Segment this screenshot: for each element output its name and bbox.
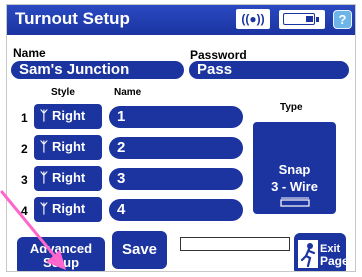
turnout-name-field-3[interactable]: 3 xyxy=(109,168,243,190)
exit-page-button[interactable]: Exit Page xyxy=(294,233,349,271)
style-label: Right xyxy=(52,139,86,154)
turnout-name-field-2[interactable]: 2 xyxy=(109,137,243,159)
style-button-3[interactable]: ᛉ Right xyxy=(34,166,102,191)
exit-door-icon xyxy=(298,240,318,268)
type-label: Type xyxy=(280,102,303,113)
row-number: 4 xyxy=(21,204,28,218)
style-column-header: Style xyxy=(51,87,75,98)
advanced-setup-button[interactable]: Advanced Setup xyxy=(17,237,105,271)
signal-icon: ((●)) xyxy=(236,9,270,29)
row-number: 1 xyxy=(21,111,28,125)
progress-bar xyxy=(180,237,290,251)
turnout-name-field-4[interactable]: 4 xyxy=(109,199,243,221)
advanced-line2: Setup xyxy=(42,255,80,270)
turnout-setup-screen: Turnout Setup ((●)) ? Name Password Sam'… xyxy=(6,4,356,272)
type-value-line2: 3 - Wire xyxy=(271,179,318,194)
style-label: Right xyxy=(52,108,86,123)
name-column-header: Name xyxy=(114,87,142,98)
turnout-name-field-1[interactable]: 1 xyxy=(109,106,243,128)
name-label: Name xyxy=(13,46,46,60)
advanced-line1: Advanced xyxy=(29,241,93,256)
style-label: Right xyxy=(52,201,86,216)
type-button[interactable]: Snap 3 - Wire xyxy=(253,122,336,214)
window-title: Turnout Setup xyxy=(15,9,130,28)
style-button-2[interactable]: ᛉ Right xyxy=(34,135,102,160)
name-field[interactable]: Sam's Junction xyxy=(11,61,184,79)
save-button[interactable]: Save xyxy=(112,231,167,269)
style-label: Right xyxy=(52,170,86,185)
type-value-line1: Snap xyxy=(278,162,311,177)
style-button-1[interactable]: ᛉ Right xyxy=(34,104,102,129)
row-number: 3 xyxy=(21,173,28,187)
style-button-4[interactable]: ᛉ Right xyxy=(34,197,102,222)
wire-connector-icon xyxy=(280,197,310,207)
turnout-switch-icon: ᛉ xyxy=(40,108,48,123)
battery-icon xyxy=(279,10,325,29)
title-bar: Turnout Setup ((●)) ? xyxy=(7,5,355,35)
row-number: 2 xyxy=(21,142,28,156)
turnout-switch-icon: ᛉ xyxy=(40,139,48,154)
exit-line2: Page xyxy=(320,254,349,268)
help-button[interactable]: ? xyxy=(333,10,352,29)
password-field[interactable]: Pass xyxy=(189,61,349,79)
password-label: Password xyxy=(190,48,247,62)
turnout-switch-icon: ᛉ xyxy=(40,170,48,185)
turnout-switch-icon: ᛉ xyxy=(40,201,48,216)
